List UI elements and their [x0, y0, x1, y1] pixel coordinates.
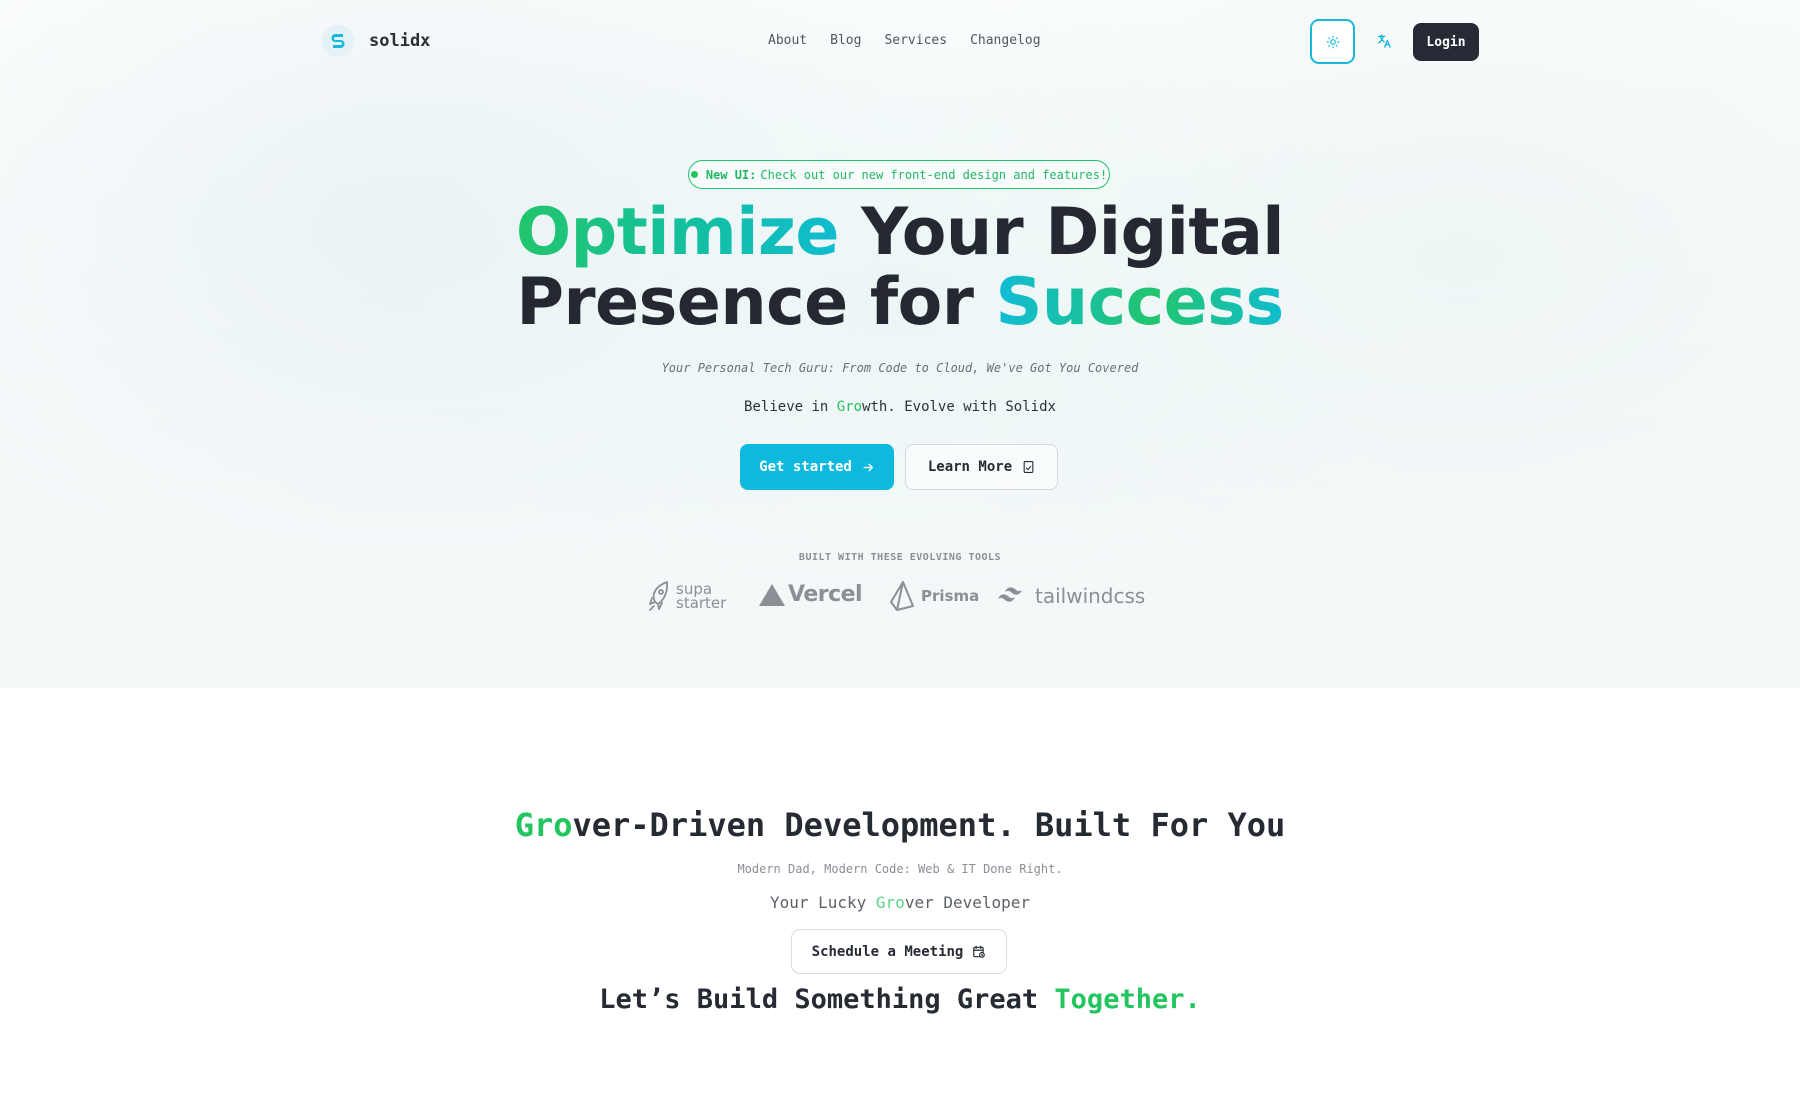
rocket-icon: [649, 581, 669, 611]
tool-prisma-logo: Prisma: [889, 580, 979, 612]
schedule-meeting-button[interactable]: Schedule a Meeting: [791, 929, 1007, 974]
motto-pre: Believe in: [744, 399, 837, 415]
nav-changelog[interactable]: Changelog: [970, 33, 1040, 48]
tools-heading: BUILT WITH THESE EVOLVING TOOLS: [798, 552, 1002, 563]
badge-label: New UI:: [705, 167, 757, 182]
tailwind-icon: [998, 587, 1022, 602]
book-icon: [1023, 461, 1034, 473]
hero-tagline: Your Personal Tech Guru: From Code to Cl…: [661, 361, 1139, 375]
nav-about[interactable]: About: [768, 33, 807, 48]
tool-supastarter-logo: supa starter: [646, 580, 726, 612]
supastarter-line2: starter: [676, 594, 727, 612]
sun-icon: [1326, 35, 1339, 48]
theme-toggle-button[interactable]: [1310, 19, 1355, 64]
get-started-button[interactable]: Get started: [740, 444, 894, 490]
lucky-pre: Your Lucky: [769, 893, 876, 912]
learn-more-label: Learn More: [927, 459, 1013, 475]
get-started-label: Get started: [759, 459, 852, 475]
site-header: solidx About Blog Services Changelog Log…: [0, 0, 1800, 84]
login-button[interactable]: Login: [1413, 23, 1479, 61]
prisma-icon: [890, 581, 914, 611]
brand-logo-link[interactable]: solidx: [322, 25, 430, 57]
brand-name: solidx: [369, 31, 431, 51]
closing-pre: Let’s Build Something Great: [599, 984, 1055, 1015]
section-subtitle: Modern Dad, Modern Code: Web & IT Done R…: [737, 862, 1063, 876]
translate-icon: [1378, 34, 1391, 48]
lucky-post: ver Developer: [904, 893, 1031, 912]
headline-accent-success: Success: [995, 265, 1285, 340]
language-button[interactable]: [1368, 24, 1400, 58]
schedule-meeting-label: Schedule a Meeting: [811, 943, 964, 960]
headline-part1: Your Digital: [838, 195, 1285, 270]
tool-tailwind-logo: tailwindcss: [997, 584, 1145, 608]
learn-more-button[interactable]: Learn More: [905, 444, 1058, 490]
lucky-accent: Gro: [875, 893, 905, 912]
logo-icon: [322, 25, 354, 57]
hero-motto: Believe in Growth. Evolve with Solidx: [500, 399, 1300, 415]
vercel-triangle-icon: [759, 583, 785, 606]
prisma-wordmark: Prisma: [921, 587, 980, 605]
vercel-wordmark: Vercel: [788, 582, 863, 607]
tailwind-wordmark: tailwindcss: [1035, 584, 1146, 608]
nav-blog[interactable]: Blog: [830, 33, 861, 48]
arrow-right-icon: [863, 463, 873, 471]
section-title-rest: ver-Driven Development. Built For You: [572, 806, 1286, 844]
headline-part2: Presence for: [516, 265, 996, 340]
section-lucky-line: Your Lucky Grover Developer: [500, 893, 1300, 912]
motto-accent: Gro: [836, 399, 863, 415]
status-dot: [690, 171, 698, 178]
calendar-icon: [973, 945, 986, 958]
tool-vercel-logo: Vercel: [758, 582, 863, 607]
supastarter-wordmark: supa starter: [676, 582, 727, 612]
headline-accent-optimize: Optimize: [515, 195, 840, 270]
badge-text: Check out our new front-end design and f…: [760, 167, 1108, 182]
nav-services[interactable]: Services: [884, 33, 947, 48]
main-nav: About Blog Services Changelog: [768, 33, 1041, 48]
closing-accent: Together.: [1054, 984, 1201, 1015]
closing-headline: Let’s Build Something Great Together.: [400, 984, 1400, 1015]
section-title-accent: Gro: [514, 806, 573, 844]
announcement-badge[interactable]: New UI: Check out our new front-end desi…: [688, 160, 1110, 189]
section-title: Grover-Driven Development. Built For You: [400, 806, 1400, 844]
motto-post: wth. Evolve with Solidx: [862, 399, 1056, 415]
hero-headline: Optimize Your Digital Presence for Succe…: [400, 198, 1400, 338]
